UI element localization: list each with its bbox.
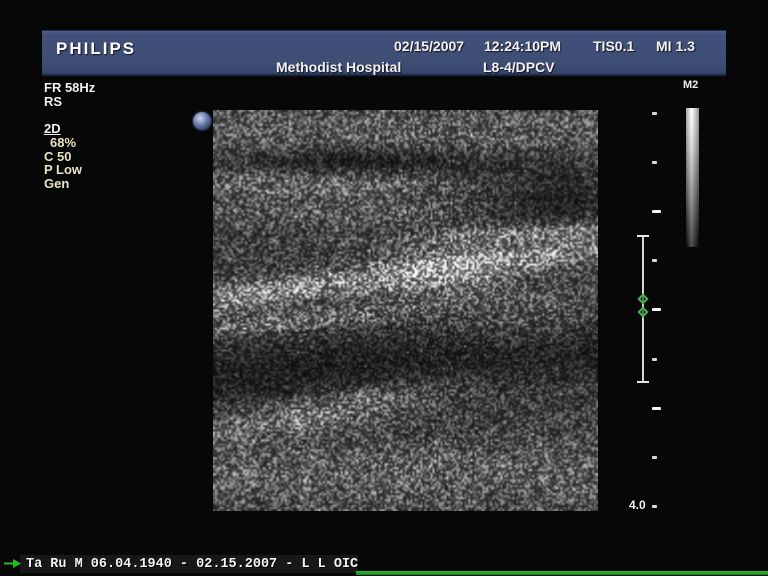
exam-date: 02/15/2007 xyxy=(394,38,464,54)
depth-tick xyxy=(652,407,661,410)
mi-value: MI 1.3 xyxy=(656,38,695,54)
mode-2d-label: 2D xyxy=(44,121,61,136)
ultrasound-canvas xyxy=(213,110,598,511)
focus-marker-icon xyxy=(637,293,648,304)
focal-zone-line-top-cap xyxy=(637,235,649,237)
ultrasound-screen: PHILIPS 02/15/2007 12:24:10PM TIS0.1 MI … xyxy=(0,0,768,576)
depth-tick xyxy=(652,161,657,164)
focal-zone-line-bottom-cap xyxy=(637,381,649,383)
depth-tick xyxy=(652,112,657,115)
depth-tick xyxy=(652,210,661,213)
preset-value: Gen xyxy=(44,176,69,191)
tis-value: TIS0.1 xyxy=(593,38,634,54)
header-bar: PHILIPS 02/15/2007 12:24:10PM TIS0.1 MI … xyxy=(42,30,726,76)
transducer-preset: L8-4/DPCV xyxy=(483,59,555,75)
gain-value: 68% xyxy=(50,135,76,150)
event-arrow-icon xyxy=(4,557,21,571)
gray-map-label: M2 xyxy=(683,79,698,91)
depth-value: 4.0 xyxy=(629,498,646,512)
status-accent-line xyxy=(356,571,768,575)
depth-tick xyxy=(652,259,657,262)
depth-tick xyxy=(652,358,657,361)
persistence-value: P Low xyxy=(44,162,82,177)
ultrasound-image xyxy=(213,110,598,511)
exam-time: 12:24:10PM xyxy=(484,38,561,54)
depth-tick xyxy=(652,308,661,311)
frame-rate-label: FR 58Hz xyxy=(44,80,95,95)
depth-tick xyxy=(652,505,657,508)
rs-label: RS xyxy=(44,94,62,109)
grayscale-bar xyxy=(686,108,699,247)
facility-name: Methodist Hospital xyxy=(276,59,401,75)
probe-orientation-icon xyxy=(193,112,211,130)
patient-info: Ta Ru M 06.04.1940 - 02.15.2007 - L L OI… xyxy=(26,557,746,572)
depth-tick xyxy=(652,456,657,459)
philips-logo: PHILIPS xyxy=(56,39,136,59)
focus-marker-icon xyxy=(637,306,648,317)
